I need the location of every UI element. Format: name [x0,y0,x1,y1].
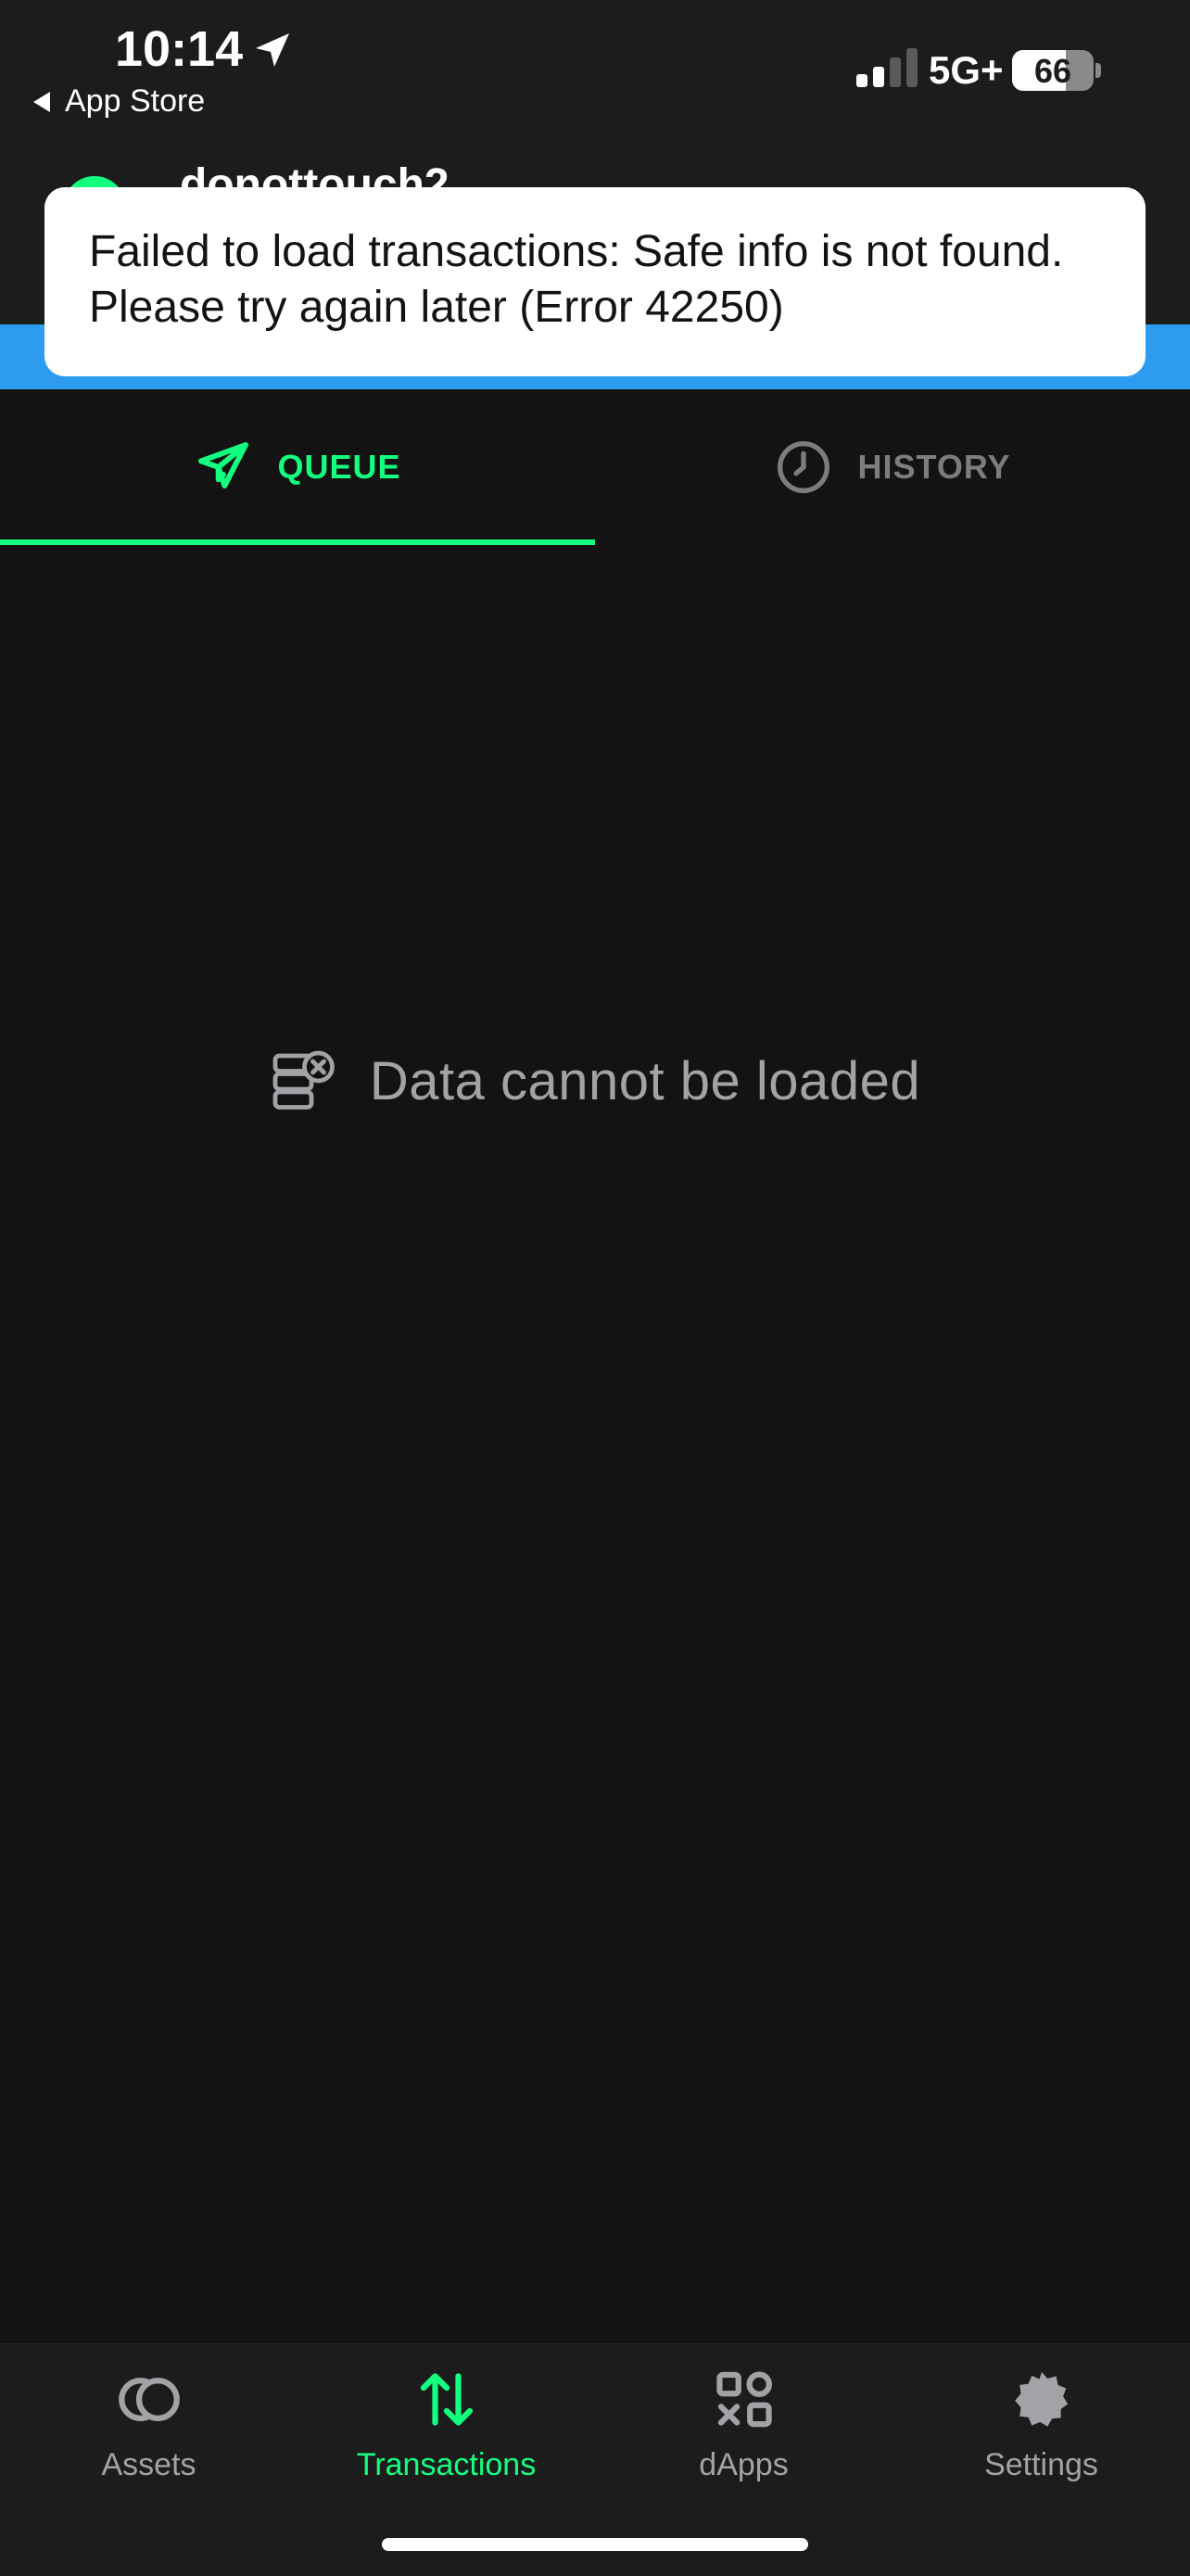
nav-item-assets[interactable]: Assets [0,2344,298,2483]
status-time: 10:14 [115,21,244,77]
network-type: 5G+ [929,48,1004,92]
nav-item-transactions[interactable]: Transactions [298,2344,595,2483]
nav-label-settings: Settings [984,2447,1098,2482]
tab-history[interactable]: HISTORY [595,389,1190,545]
battery-indicator: 66 [1012,50,1094,91]
empty-state: Data cannot be loaded [0,1047,1190,1114]
transaction-tabs: QUEUE HISTORY [0,389,1190,545]
tab-queue[interactable]: QUEUE [0,389,595,545]
back-to-app-store-button[interactable]: App Store [33,83,205,120]
coins-icon [118,2378,180,2421]
clock-icon [778,441,830,493]
battery-percent: 66 [1033,52,1072,90]
nav-label-dapps: dApps [699,2447,789,2482]
battery-tip [1095,63,1101,78]
empty-state-text: Data cannot be loaded [369,1050,921,1111]
status-bar: 10:14 App Store 5G+ 66 [0,0,1190,139]
tab-history-label: HISTORY [857,448,1011,486]
cellular-signal-icon [856,48,918,87]
back-app-label: App Store [65,83,206,119]
nav-item-settings[interactable]: Settings [892,2344,1190,2483]
active-tab-indicator [0,539,595,545]
paper-plane-icon [198,442,249,489]
back-triangle-icon [33,91,50,112]
transfer-arrows-icon [420,2373,473,2426]
nav-item-dapps[interactable]: dApps [595,2344,892,2483]
nav-label-assets: Assets [101,2447,196,2482]
apps-grid-icon [715,2371,772,2428]
gear-icon [1014,2371,1068,2427]
error-toast[interactable]: Failed to load transactions: Safe info i… [44,187,1146,376]
home-indicator[interactable] [382,2538,808,2551]
nav-label-transactions: Transactions [356,2447,537,2482]
location-arrow-icon [256,33,289,67]
tab-queue-label: QUEUE [277,448,401,486]
database-error-icon [272,1050,335,1110]
